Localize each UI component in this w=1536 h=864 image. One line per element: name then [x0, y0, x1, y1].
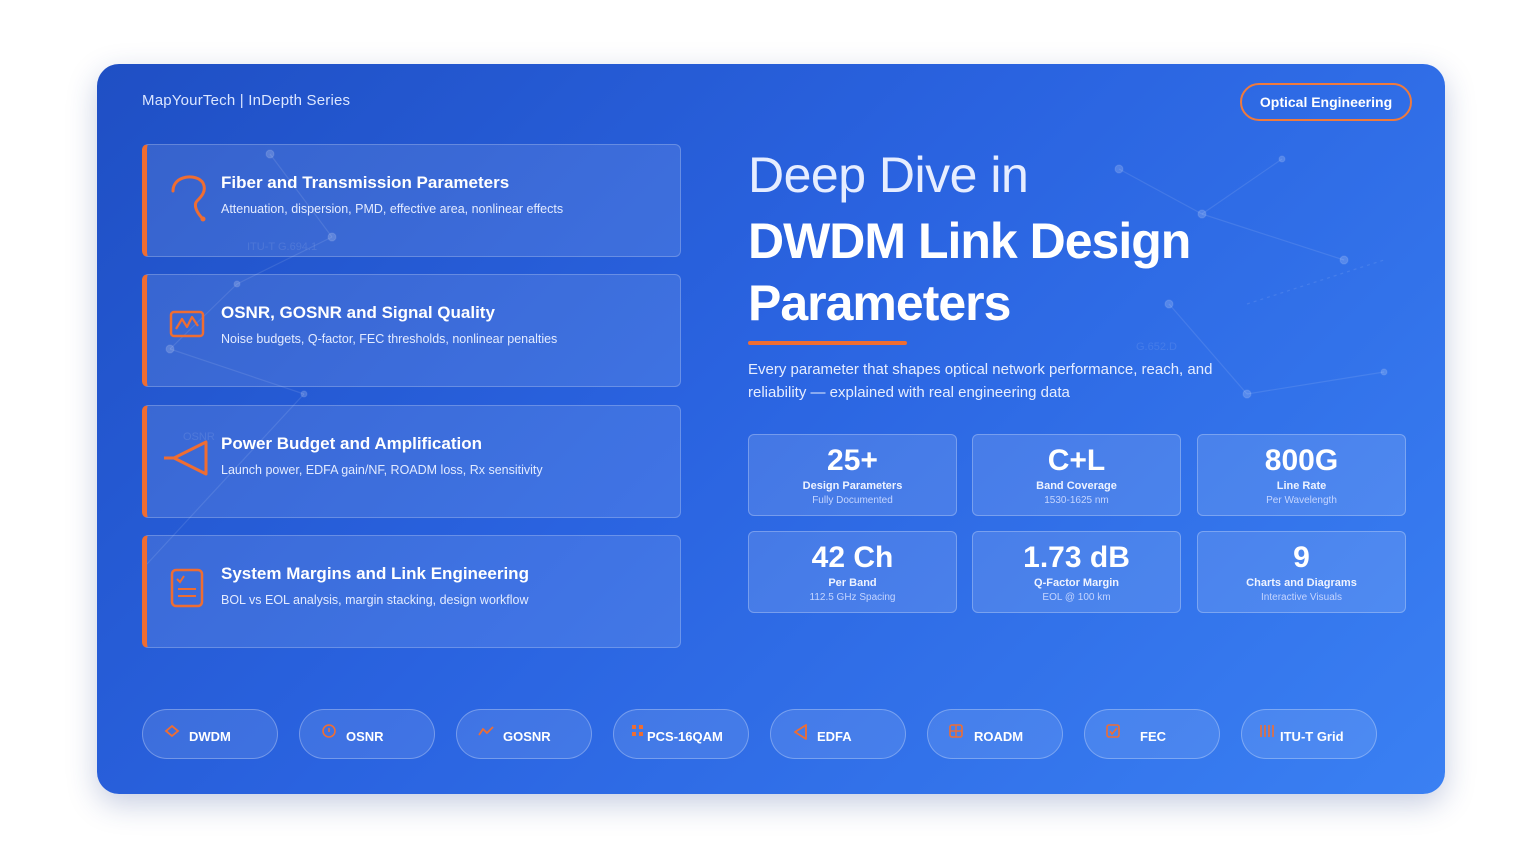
stat-value: 800G [1264, 444, 1339, 477]
lead-paragraph: Every parameter that shapes optical netw… [748, 361, 1213, 401]
topic-title: System Margins and Link Engineering [221, 564, 529, 583]
tag-label: DWDM [189, 729, 231, 744]
tag-label: FEC [1140, 729, 1166, 744]
stat-sublabel: Fully Documented [812, 495, 893, 506]
page-title-main: DWDM Link Design [748, 213, 1191, 269]
tag-label: OSNR [346, 729, 384, 744]
check-box-icon [1106, 724, 1120, 738]
stat-label: Line Rate [1276, 480, 1327, 492]
stat-card-channels: 42 Ch Per Band 112.5 GHz Spacing [748, 531, 957, 613]
tag-label: PCS-16QAM [647, 729, 723, 744]
trend-line-icon [478, 726, 494, 736]
amplifier-triangle-icon [164, 440, 208, 476]
stat-card-parameters: 25+ Design Parameters Fully Documented [748, 434, 957, 516]
stat-sublabel: 112.5 GHz Spacing [809, 592, 896, 603]
tag-pill-roadm[interactable]: ROADM [927, 709, 1063, 759]
signal-waveform-icon [169, 310, 205, 338]
stat-card-line-rate: 800G Line Rate Per Wavelength [1197, 434, 1406, 516]
stat-card-charts: 9 Charts and Diagrams Interactive Visual… [1197, 531, 1406, 613]
grid-bars-icon [1260, 725, 1274, 737]
stat-label: Per Band [828, 577, 877, 589]
page-title-intro: Deep Dive in [748, 147, 1029, 203]
stat-value: C+L [1047, 444, 1106, 477]
topic-title: OSNR, GOSNR and Signal Quality [221, 303, 495, 322]
watermark-fiber-standard: G.652.D [1136, 341, 1177, 353]
stat-card-band-coverage: C+L Band Coverage 1530-1625 nm [972, 434, 1181, 516]
topic-card-power-budget[interactable]: Power Budget and Amplification Launch po… [142, 405, 681, 518]
stat-sublabel: Interactive Visuals [1261, 592, 1342, 603]
tag-pill-edfa[interactable]: EDFA [770, 709, 906, 759]
info-circle-icon [322, 724, 336, 738]
tag-pill-gosnr[interactable]: GOSNR [456, 709, 592, 759]
stat-card-q-margin: 1.73 dB Q-Factor Margin EOL @ 100 km [972, 531, 1181, 613]
tag-pill-fec[interactable]: FEC [1084, 709, 1220, 759]
title-accent-rule [748, 341, 907, 345]
stat-label: Q-Factor Margin [1034, 577, 1119, 589]
diamond-icon [164, 724, 180, 738]
tag-pill-itu-t-grid[interactable]: ITU-T Grid [1241, 709, 1377, 759]
brand-label: MapYourTech | InDepth Series [142, 92, 351, 109]
tag-pill-osnr[interactable]: OSNR [299, 709, 435, 759]
tag-label: EDFA [817, 729, 852, 744]
switch-grid-icon [949, 724, 963, 738]
category-badge[interactable]: Optical Engineering [1240, 83, 1412, 121]
page-title-main-continued: Parameters [748, 275, 1011, 331]
tag-label: ITU-T Grid [1280, 729, 1344, 744]
stat-sublabel: Per Wavelength [1266, 495, 1337, 506]
tag-pill-dwdm[interactable]: DWDM [142, 709, 278, 759]
topic-title: Power Budget and Amplification [221, 434, 482, 453]
topic-card-fiber[interactable]: Fiber and Transmission Parameters Attenu… [142, 144, 681, 257]
stat-value: 9 [1293, 541, 1310, 574]
constellation-dots-icon [632, 725, 643, 736]
stat-label: Charts and Diagrams [1246, 577, 1357, 589]
tag-pill-pcs-16qam[interactable]: PCS-16QAM [613, 709, 749, 759]
tag-label: GOSNR [503, 729, 551, 744]
amplifier-triangle-icon [794, 724, 807, 740]
topic-subtitle: Launch power, EDFA gain/NF, ROADM loss, … [221, 463, 543, 477]
stat-sublabel: 1530-1625 nm [1044, 495, 1109, 506]
topic-card-osnr[interactable]: OSNR, GOSNR and Signal Quality Noise bud… [142, 274, 681, 387]
topic-subtitle: BOL vs EOL analysis, margin stacking, de… [221, 593, 529, 607]
stat-value: 1.73 dB [1023, 541, 1130, 574]
topic-subtitle: Attenuation, dispersion, PMD, effective … [221, 202, 564, 216]
topic-title: Fiber and Transmission Parameters [221, 173, 510, 192]
hero-banner: ITU-T G.694.1 G.652.D OSNR MapYourTech |… [97, 64, 1445, 794]
checklist-icon [170, 568, 204, 608]
fiber-hook-icon [171, 175, 206, 222]
stat-value: 42 Ch [811, 541, 894, 574]
stat-value: 25+ [827, 444, 878, 477]
stat-label: Design Parameters [802, 480, 903, 492]
topic-card-margins[interactable]: System Margins and Link Engineering BOL … [142, 535, 681, 648]
tag-label: ROADM [974, 729, 1024, 744]
stat-sublabel: EOL @ 100 km [1042, 592, 1111, 603]
topic-subtitle: Noise budgets, Q-factor, FEC thresholds,… [221, 332, 558, 346]
stat-label: Band Coverage [1036, 480, 1117, 492]
